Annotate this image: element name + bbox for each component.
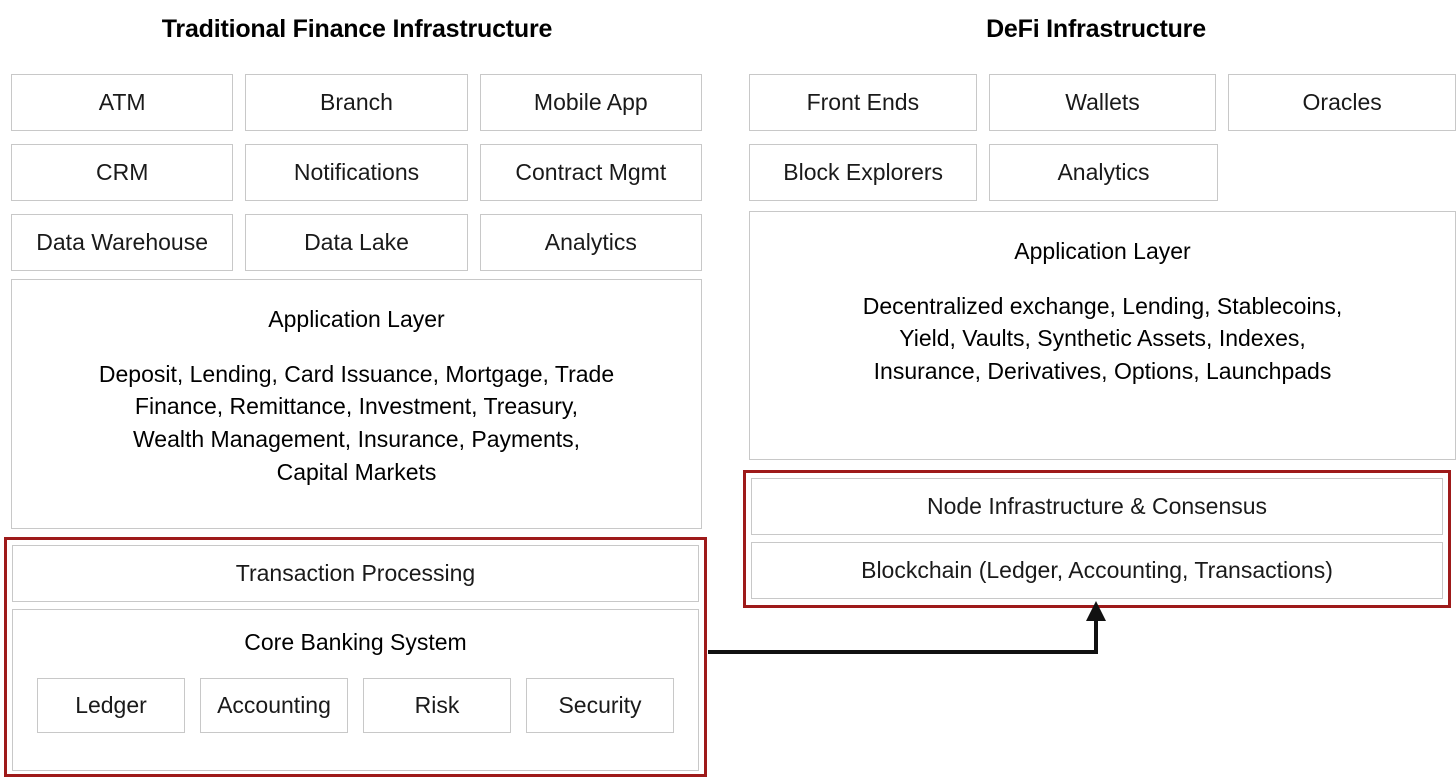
tile-label: Analytics [544,228,637,255]
tile-label: Data Warehouse [36,228,209,255]
application-layer-body: Decentralized exchange, Lending, Stablec… [862,292,1343,384]
tile-mobile-app[interactable]: Mobile App [479,74,702,131]
tile-label: Branch [320,88,393,115]
tile-data-lake[interactable]: Data Lake [245,214,468,271]
core-banking-highlight-group: Transaction Processing Core Banking Syst… [4,537,707,777]
subitem-label: Ledger [75,691,147,718]
tile-analytics[interactable]: Analytics [479,214,702,271]
right-column-title: DeFi Infrastructure [986,15,1206,43]
core-banking-subitems: Ledger Accounting Risk Security [13,677,698,733]
blockchain-box[interactable]: Blockchain (Ledger, Accounting, Transact… [751,542,1443,599]
transaction-processing-box[interactable]: Transaction Processing [12,545,699,602]
node-infrastructure-box[interactable]: Node Infrastructure & Consensus [751,478,1443,535]
left-tile-row-1: ATM Branch Mobile App [11,74,702,131]
defi-column: DeFi Infrastructure Front Ends Wallets O… [736,0,1456,460]
left-application-layer-panel: Application Layer Deposit, Lending, Card… [11,279,702,529]
tile-label: Front Ends [806,88,920,115]
blockchain-label: Blockchain (Ledger, Accounting, Transact… [861,556,1333,583]
tile-label: Mobile App [533,88,648,115]
application-layer-heading: Application Layer [268,306,445,332]
left-tile-row-3: Data Warehouse Data Lake Analytics [11,214,702,271]
right-application-layer-panel: Application Layer Decentralized exchange… [749,211,1456,460]
subitem-label: Risk [414,691,460,718]
tile-label: Data Lake [304,228,409,255]
tile-label: Notifications [293,158,420,185]
connector-arrow [708,601,1106,654]
core-banking-heading: Core Banking System [244,629,467,655]
right-tile-row-1: Front Ends Wallets Oracles [749,74,1456,131]
tile-data-warehouse[interactable]: Data Warehouse [11,214,234,271]
tile-branch[interactable]: Branch [245,74,468,131]
left-tile-row-2: CRM Notifications Contract Mgmt [11,144,702,201]
tile-front-ends[interactable]: Front Ends [749,74,977,131]
tile-label: Oracles [1302,88,1382,115]
subitem-ledger[interactable]: Ledger [37,677,185,733]
subitem-label: Accounting [217,691,331,718]
application-layer-body: Deposit, Lending, Card Issuance, Mortgag… [98,360,615,485]
tile-label: ATM [98,88,146,115]
right-tile-grid: Front Ends Wallets Oracles Block Explore… [749,74,1456,214]
right-tile-row-2: Block Explorers Analytics [749,144,1456,201]
tile-analytics[interactable]: Analytics [989,144,1218,201]
traditional-finance-column: Traditional Finance Infrastructure ATM B… [0,0,714,777]
tile-label: Block Explorers [783,158,944,185]
tile-label: Analytics [1057,158,1150,185]
core-banking-system-box: Core Banking System Ledger Accounting Ri… [12,609,699,771]
tile-placeholder-empty [1230,144,1456,201]
tile-block-explorers[interactable]: Block Explorers [749,144,978,201]
tile-oracles[interactable]: Oracles [1228,74,1456,131]
transaction-processing-label: Transaction Processing [235,559,476,586]
subitem-security[interactable]: Security [526,677,674,733]
left-tile-grid: ATM Branch Mobile App CRM Notifications … [11,74,702,284]
tile-atm[interactable]: ATM [11,74,234,131]
tile-notifications[interactable]: Notifications [245,144,468,201]
subitem-label: Security [558,691,642,718]
tile-label: Wallets [1065,88,1140,115]
subitem-risk[interactable]: Risk [363,677,511,733]
tile-crm[interactable]: CRM [11,144,234,201]
application-layer-heading: Application Layer [1014,238,1191,264]
tile-label: CRM [95,158,149,185]
subitem-accounting[interactable]: Accounting [200,677,348,733]
tile-label: Contract Mgmt [515,158,667,185]
tile-contract-mgmt[interactable]: Contract Mgmt [479,144,702,201]
blockchain-highlight-group: Node Infrastructure & Consensus Blockcha… [743,470,1451,608]
node-infrastructure-label: Node Infrastructure & Consensus [926,492,1268,519]
tile-wallets[interactable]: Wallets [988,74,1217,131]
left-column-title: Traditional Finance Infrastructure [161,15,553,43]
